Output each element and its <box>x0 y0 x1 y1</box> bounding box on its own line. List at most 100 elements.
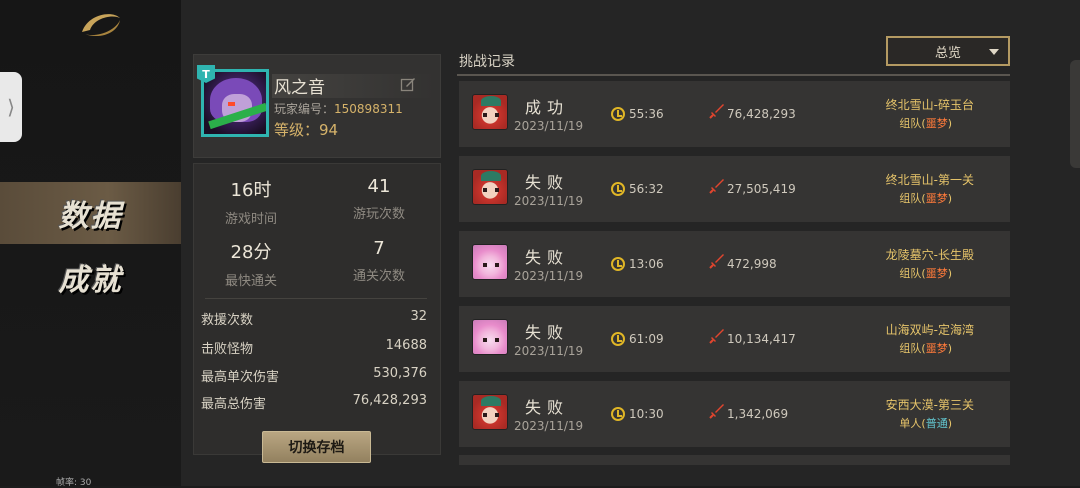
row-value: 32 <box>410 309 427 324</box>
difficulty-label: 普通 <box>925 417 948 430</box>
hero-avatar <box>472 94 508 130</box>
sword-icon <box>709 179 724 194</box>
stat-value: 28分 <box>230 242 272 263</box>
row-value: 14688 <box>385 338 427 353</box>
row-value: 76,428,293 <box>352 393 427 408</box>
stat-label: 通关次数 <box>352 269 405 284</box>
row-value: 530,376 <box>373 366 427 381</box>
record-time: 61:09 <box>629 332 664 346</box>
record-date: 2023/11/19 <box>514 269 584 283</box>
record-damage: 76,428,293 <box>727 107 796 121</box>
row-label: 救援次数 <box>201 313 254 328</box>
stat-row-max-hit: 最高单次伤害 530,376 <box>201 366 427 385</box>
mode-label: 组队 <box>899 192 922 205</box>
record-time: 13:06 <box>629 257 664 271</box>
record-row[interactable]: 失败 2023/11/19 56:32 27,505,419 终北雪山-第一关 … <box>459 156 1010 222</box>
record-damage: 27,505,419 <box>727 182 796 196</box>
record-time: 55:36 <box>629 107 664 121</box>
hero-avatar <box>472 394 508 430</box>
row-label: 击败怪物 <box>201 342 254 357</box>
record-row[interactable]: 成功 2023/11/19 55:36 76,428,293 终北雪山-碎玉台 … <box>459 81 1010 147</box>
record-map: 安西大漠-第三关 <box>885 398 974 412</box>
mode-label: 组队 <box>899 342 922 355</box>
mode-label: 组队 <box>899 117 922 130</box>
record-date: 2023/11/19 <box>514 419 584 433</box>
record-map: 龙陵墓穴-长生殿 <box>885 248 974 262</box>
clock-icon <box>611 332 625 346</box>
record-result: 成功 <box>525 98 570 117</box>
stat-label: 最快通关 <box>224 274 277 289</box>
clock-icon <box>611 257 625 271</box>
record-time: 56:32 <box>629 182 664 196</box>
stat-row-max-total: 最高总伤害 76,428,293 <box>201 393 427 412</box>
fps-counter: 帧率: 30 <box>56 478 92 488</box>
mode-label: 单人 <box>899 417 922 430</box>
record-date: 2023/11/19 <box>514 119 584 133</box>
record-row[interactable]: 失败 2023/11/19 13:06 472,998 龙陵墓穴-长生殿 组队(… <box>459 231 1010 297</box>
player-name: 风之音 <box>274 78 325 98</box>
stat-play-time: 16时 游戏时间 <box>196 176 306 227</box>
difficulty-label: 噩梦 <box>925 267 948 280</box>
record-mode: 组队(噩梦) <box>899 267 952 280</box>
record-result: 失败 <box>525 398 570 417</box>
nav-item-label: 成就 <box>58 263 123 298</box>
sword-icon <box>709 104 724 119</box>
row-label: 最高单次伤害 <box>201 370 280 385</box>
record-date: 2023/11/19 <box>514 194 584 208</box>
record-result: 失败 <box>525 248 570 267</box>
record-damage: 10,134,417 <box>727 332 796 346</box>
records-filter-dropdown[interactable]: 总览 <box>886 36 1010 66</box>
player-id-value: 150898311 <box>334 102 403 116</box>
stat-value: 16时 <box>230 180 272 201</box>
dropdown-value: 总览 <box>934 45 961 61</box>
record-mode: 单人(普通) <box>899 417 952 430</box>
difficulty-label: 噩梦 <box>925 192 948 205</box>
records-underline <box>457 74 1010 76</box>
hero-avatar <box>472 244 508 280</box>
nav-item-label: 数据 <box>58 199 123 234</box>
player-id: 玩家编号：150898311 <box>274 100 403 117</box>
side-drawer-handle[interactable]: ⟩ <box>0 72 22 142</box>
clock-icon <box>611 107 625 121</box>
stat-label: 游戏时间 <box>224 212 277 227</box>
chevron-down-icon <box>989 49 999 55</box>
right-edge-tab[interactable] <box>1070 60 1080 168</box>
record-mode: 组队(噩梦) <box>899 192 952 205</box>
record-row-partial <box>459 455 1010 465</box>
stat-row-rescues: 救援次数 32 <box>201 309 427 328</box>
stat-value: 7 <box>373 238 385 259</box>
record-mode: 组队(噩梦) <box>899 342 952 355</box>
record-time: 10:30 <box>629 407 664 421</box>
record-damage: 472,998 <box>727 257 777 271</box>
stat-fastest-clear: 28分 最快通关 <box>196 238 306 289</box>
edit-name-icon[interactable] <box>400 76 416 92</box>
record-map: 终北雪山-第一关 <box>885 173 974 187</box>
player-id-label: 玩家编号： <box>274 102 335 116</box>
nav-item-data[interactable]: 数据 <box>0 182 181 244</box>
record-row[interactable]: 失败 2023/11/19 61:09 10,134,417 山海双屿-定海湾 … <box>459 306 1010 372</box>
switch-save-button[interactable]: 切换存档 <box>262 431 371 463</box>
level-label: 等级： <box>274 121 320 139</box>
mode-label: 组队 <box>899 267 922 280</box>
game-logo-icon <box>82 14 120 37</box>
stat-label: 游玩次数 <box>352 207 405 222</box>
record-date: 2023/11/19 <box>514 344 584 358</box>
nav-item-achievements[interactable]: 成就 <box>0 246 181 308</box>
player-level: 等级：94 <box>274 119 338 140</box>
clock-icon <box>611 182 625 196</box>
sword-icon <box>709 404 724 419</box>
record-map: 终北雪山-碎玉台 <box>885 98 974 112</box>
hero-avatar <box>472 319 508 355</box>
record-result: 失败 <box>525 323 570 342</box>
records-title: 挑战记录 <box>459 54 515 70</box>
record-row[interactable]: 失败 2023/11/19 10:30 1,342,069 安西大漠-第三关 单… <box>459 381 1010 447</box>
record-result: 失败 <box>525 173 570 192</box>
record-mode: 组队(噩梦) <box>899 117 952 130</box>
stats-divider <box>205 298 427 299</box>
record-damage: 1,342,069 <box>727 407 789 421</box>
clock-icon <box>611 407 625 421</box>
row-label: 最高总伤害 <box>201 397 267 412</box>
difficulty-label: 噩梦 <box>925 117 948 130</box>
record-map: 山海双屿-定海湾 <box>885 323 974 337</box>
sword-icon <box>709 254 724 269</box>
